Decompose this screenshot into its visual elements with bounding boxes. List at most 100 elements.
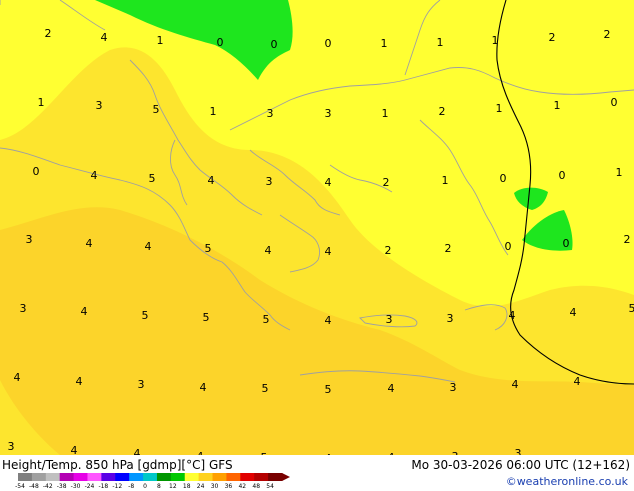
temperature-value-label: 5 [262, 382, 269, 395]
temperature-value-label: 4 [325, 314, 332, 327]
map-valid-time: Mo 30-03-2026 06:00 UTC (12+162) [411, 458, 630, 472]
temperature-value-label: 4 [71, 444, 78, 455]
temperature-value-label: 3 [325, 107, 332, 120]
temperature-value-label: 1 [616, 166, 623, 179]
temperature-value-label: 4 [325, 176, 332, 189]
temperature-value-label: 4 [574, 375, 581, 388]
temperature-value-label: 3 [386, 313, 393, 326]
temperature-value-label: 3 [266, 175, 273, 188]
color-scale-label: -54 [15, 483, 25, 490]
temperature-value-label: 4 [570, 306, 577, 319]
color-scale-segment [87, 473, 101, 481]
color-scale-segment [129, 473, 143, 481]
temperature-value-label: 2 [604, 28, 611, 41]
temperature-value-label: 5 [203, 311, 210, 324]
temperature-value-label: 0 [271, 38, 278, 51]
temperature-value-label: 1 [554, 99, 561, 112]
temperature-value-label: 1 [38, 96, 45, 109]
color-scale-segment [115, 473, 129, 481]
temperature-value-label: 4 [200, 381, 207, 394]
temperature-value-label: 5 [149, 172, 156, 185]
temperature-value-label: 4 [388, 382, 395, 395]
color-scale-segment [226, 473, 240, 481]
color-scale-label: 30 [211, 483, 219, 490]
color-scale-label: -30 [71, 483, 81, 490]
temperature-value-label: 5 [325, 383, 332, 396]
temperature-value-label: 2 [385, 244, 392, 257]
temperature-value-label: 1 [496, 102, 503, 115]
map-title: Height/Temp. 850 hPa [gdmp][°C] GFS [2, 458, 233, 472]
color-scale-label: -38 [57, 483, 67, 490]
temperature-value-label: 0 [563, 237, 570, 250]
color-scale-label: 54 [266, 483, 274, 490]
color-scale-segment [185, 473, 199, 481]
temperature-value-label: 1 [442, 174, 449, 187]
temperature-value-label: 2 [624, 233, 631, 246]
temperature-value-label: 1 [210, 105, 217, 118]
map-panel: 2410001112213513312110045434210013445442… [0, 0, 634, 455]
color-scale-segment [199, 473, 213, 481]
temperature-value-label: 1 [157, 34, 164, 47]
temperature-value-label: 4 [14, 371, 21, 384]
temperature-value-label: 2 [383, 176, 390, 189]
temperature-value-label: 3 [515, 447, 522, 455]
temperature-value-label: 3 [26, 233, 33, 246]
color-scale-label: -12 [112, 483, 122, 490]
color-scale-segment [143, 473, 157, 481]
color-scale-segment [60, 473, 74, 481]
temperature-value-label: 2 [445, 242, 452, 255]
temperature-value-label: 1 [382, 107, 389, 120]
temperature-value-label: 4 [208, 174, 215, 187]
temperature-value-label: 1 [437, 36, 444, 49]
temperature-value-label: 4 [509, 309, 516, 322]
temperature-value-label: 5 [142, 309, 149, 322]
temperature-value-label: 5 [205, 242, 212, 255]
temperature-value-label: 4 [325, 245, 332, 258]
color-scale-label: -24 [85, 483, 95, 490]
color-scale-segment [46, 473, 60, 481]
temperature-value-label: 3 [138, 378, 145, 391]
temperature-value-label: 3 [20, 302, 27, 315]
color-scale-segment [268, 473, 282, 481]
color-scale-label: 0 [143, 483, 147, 490]
color-scale-label: 12 [169, 483, 177, 490]
color-scale-label: 24 [197, 483, 205, 490]
temperature-value-label: 0 [217, 36, 224, 49]
credit-link[interactable]: ©weatheronline.co.uk [506, 475, 628, 488]
temperature-value-label: 2 [439, 105, 446, 118]
temperature-value-label: 3 [8, 440, 15, 453]
color-scale-label: -42 [43, 483, 53, 490]
temperature-value-label: 4 [145, 240, 152, 253]
temperature-value-label: 4 [512, 378, 519, 391]
temperature-value-label: 4 [81, 305, 88, 318]
temperature-value-label: 2 [45, 27, 52, 40]
color-scale-label: 42 [238, 483, 246, 490]
temperature-value-label: 5 [153, 103, 160, 116]
temperature-value-label: 2 [549, 31, 556, 44]
color-scale-bar [18, 472, 292, 482]
temperature-value-label: 3 [447, 312, 454, 325]
weather-map: 2410001112213513312110045434210013445442… [0, 0, 634, 455]
temperature-value-label: 4 [101, 31, 108, 44]
temperature-value-label: 0 [325, 37, 332, 50]
temperature-value-label: 5 [629, 302, 634, 315]
color-scale-segment [213, 473, 227, 481]
color-scale-label: 8 [157, 483, 161, 490]
color-scale-label: -18 [98, 483, 108, 490]
color-scale-segment [18, 473, 32, 481]
color-scale-segment [101, 473, 115, 481]
temperature-value-label: 5 [263, 313, 270, 326]
temperature-value-label: 0 [505, 240, 512, 253]
color-scale-segment [254, 473, 268, 481]
temperature-value-label: 4 [134, 447, 141, 455]
color-scale-label: 48 [252, 483, 260, 490]
temperature-value-label: 3 [267, 107, 274, 120]
temperature-value-label: 0 [500, 172, 507, 185]
temperature-value-label: 0 [559, 169, 566, 182]
temperature-value-label: 0 [33, 165, 40, 178]
color-scale-label: 36 [225, 483, 233, 490]
temperature-value-label: 3 [450, 381, 457, 394]
temperature-value-label: 1 [381, 37, 388, 50]
color-scale-segment [157, 473, 171, 481]
temperature-value-label: 4 [265, 244, 272, 257]
